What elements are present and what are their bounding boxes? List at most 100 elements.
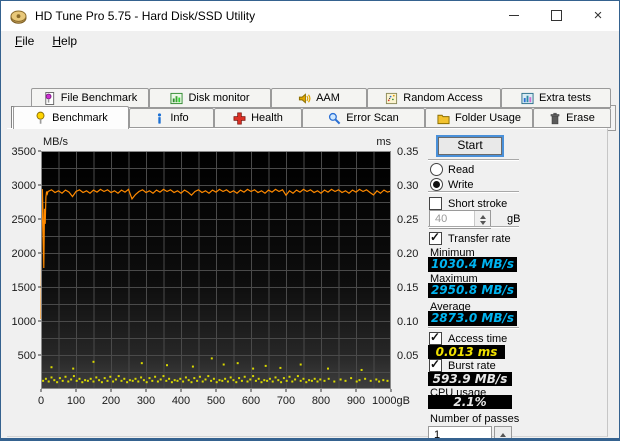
svg-text:1500: 1500 bbox=[12, 282, 36, 294]
minimize-button[interactable] bbox=[493, 1, 535, 30]
spin-up-icon bbox=[479, 214, 486, 219]
cpu-usage-value: 2.1% bbox=[428, 395, 512, 409]
panel-right-divider bbox=[607, 129, 608, 435]
extra-tests-icon bbox=[521, 92, 534, 104]
tab-health[interactable]: Health bbox=[214, 108, 302, 128]
magnifier-icon bbox=[329, 112, 341, 124]
menu-help[interactable]: Help bbox=[43, 32, 86, 50]
svg-text:400: 400 bbox=[172, 395, 190, 407]
toolbar: PCIe SSD (1000 gB) -- °C bbox=[1, 50, 619, 131]
svg-text:700: 700 bbox=[277, 395, 295, 407]
svg-text:0.20: 0.20 bbox=[397, 248, 418, 260]
tab-label: Benchmark bbox=[52, 112, 108, 124]
svg-text:0.25: 0.25 bbox=[397, 214, 418, 226]
svg-text:0.35: 0.35 bbox=[397, 146, 418, 158]
svg-text:800: 800 bbox=[312, 395, 330, 407]
short-stroke-checkbox[interactable] bbox=[429, 197, 442, 210]
tab-label: Error Scan bbox=[346, 112, 399, 124]
menu-bar: File Help bbox=[1, 31, 619, 50]
tab-random-access[interactable]: Random Access bbox=[367, 88, 501, 108]
svg-text:300: 300 bbox=[137, 395, 155, 407]
tab-label: File Benchmark bbox=[60, 92, 138, 104]
tab-erase[interactable]: Erase bbox=[533, 108, 611, 128]
passes-up-button[interactable] bbox=[494, 426, 512, 438]
disk-monitor-icon bbox=[170, 92, 183, 104]
passes-spinner[interactable]: 1 bbox=[428, 426, 492, 438]
hd-tune-logo-icon bbox=[10, 10, 27, 24]
benchmark-chart: 5001000150020002500300035000.050.100.150… bbox=[12, 136, 419, 407]
maximum-value: 2950.8 MB/s bbox=[428, 283, 517, 298]
transfer-rate-label: Transfer rate bbox=[448, 233, 511, 245]
tab-folder-usage[interactable]: Folder Usage bbox=[425, 108, 533, 128]
folder-icon bbox=[437, 114, 450, 124]
maximize-icon bbox=[550, 10, 562, 21]
maximize-button[interactable] bbox=[535, 1, 577, 30]
window-controls: × bbox=[493, 1, 619, 30]
tab-error-scan[interactable]: Error Scan bbox=[302, 108, 425, 128]
info-icon bbox=[158, 112, 162, 124]
minimize-icon bbox=[509, 15, 519, 16]
tab-disk-monitor[interactable]: Disk monitor bbox=[149, 88, 271, 108]
tab-aam[interactable]: AAM bbox=[271, 88, 367, 108]
svg-text:3000: 3000 bbox=[12, 180, 36, 192]
transfer-rate-checkbox[interactable] bbox=[429, 230, 442, 245]
svg-text:0: 0 bbox=[38, 395, 44, 407]
tab-label: Disk monitor bbox=[188, 92, 250, 104]
svg-text:1000: 1000 bbox=[12, 316, 36, 328]
svg-text:ms: ms bbox=[376, 136, 391, 148]
svg-text:900: 900 bbox=[347, 395, 365, 407]
random-access-icon bbox=[386, 92, 398, 104]
separator bbox=[428, 159, 519, 161]
svg-text:0.30: 0.30 bbox=[397, 180, 418, 192]
spin-up-icon bbox=[500, 433, 506, 437]
write-radio[interactable] bbox=[430, 178, 443, 191]
tab-label: Info bbox=[170, 112, 189, 124]
tab-label: Folder Usage bbox=[454, 112, 522, 124]
read-radio[interactable] bbox=[430, 163, 443, 176]
average-value: 2873.0 MB/s bbox=[428, 311, 517, 326]
tab-label: AAM bbox=[316, 92, 340, 104]
burst-rate-value: 593.9 MB/s bbox=[428, 372, 512, 386]
tab-file-benchmark[interactable]: File Benchmark bbox=[31, 88, 149, 108]
tab-label: Random Access bbox=[403, 92, 483, 104]
passes-label: Number of passes bbox=[430, 413, 520, 425]
separator bbox=[428, 226, 519, 228]
short-stroke-label: Short stroke bbox=[448, 198, 508, 210]
svg-text:500: 500 bbox=[18, 350, 36, 362]
svg-text:2000: 2000 bbox=[12, 248, 36, 260]
tab-label: Health bbox=[251, 112, 283, 124]
burst-rate-label: Burst rate bbox=[448, 360, 496, 372]
minimum-value: 1030.4 MB/s bbox=[428, 257, 517, 272]
svg-text:600: 600 bbox=[242, 395, 260, 407]
start-button[interactable]: Start bbox=[436, 135, 504, 157]
window-title: HD Tune Pro 5.75 - Hard Disk/SSD Utility bbox=[35, 9, 256, 23]
trash-icon bbox=[550, 112, 560, 124]
benchmark-icon bbox=[36, 111, 45, 124]
svg-text:3500: 3500 bbox=[12, 146, 36, 158]
access-time-checkbox[interactable] bbox=[429, 330, 442, 345]
tab-extra-tests[interactable]: Extra tests bbox=[501, 88, 611, 108]
svg-text:0.10: 0.10 bbox=[397, 316, 418, 328]
svg-text:0.05: 0.05 bbox=[397, 350, 418, 362]
tab-info[interactable]: Info bbox=[129, 108, 214, 128]
app-window: HD Tune Pro 5.75 - Hard Disk/SSD Utility… bbox=[0, 0, 620, 441]
close-icon: × bbox=[593, 7, 603, 24]
access-time-label: Access time bbox=[448, 333, 508, 345]
svg-text:2500: 2500 bbox=[12, 214, 36, 226]
svg-text:100: 100 bbox=[67, 395, 85, 407]
separator bbox=[428, 191, 519, 193]
separator bbox=[428, 327, 519, 329]
tab-label: Erase bbox=[566, 112, 595, 124]
capacity-unit-label: gB bbox=[507, 213, 521, 225]
menu-file[interactable]: File bbox=[6, 32, 43, 50]
tab-benchmark[interactable]: Benchmark bbox=[13, 106, 129, 129]
close-button[interactable]: × bbox=[577, 1, 619, 30]
grid-lines bbox=[41, 151, 391, 389]
svg-text:200: 200 bbox=[102, 395, 120, 407]
speaker-icon bbox=[299, 92, 311, 104]
svg-text:MB/s: MB/s bbox=[43, 136, 69, 148]
spin-down-icon bbox=[479, 220, 486, 225]
burst-rate-checkbox[interactable] bbox=[429, 357, 442, 372]
svg-text:1000gB: 1000gB bbox=[372, 395, 410, 407]
svg-text:500: 500 bbox=[207, 395, 225, 407]
